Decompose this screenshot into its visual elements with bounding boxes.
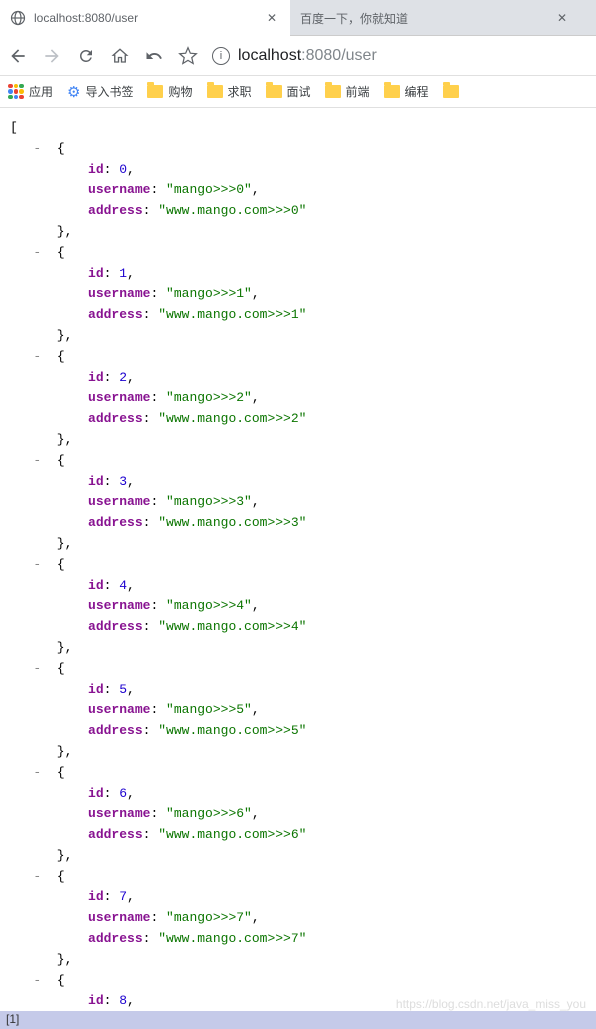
tab-strip: localhost:8080/user ✕ 百度一下，你就知道 ✕	[0, 0, 596, 36]
home-icon[interactable]	[110, 46, 130, 66]
folder-icon	[207, 85, 223, 98]
url-path: /user	[341, 47, 377, 64]
bookmark-folder[interactable]: 面试	[266, 83, 311, 100]
gear-icon: ⚙	[67, 83, 80, 101]
status-bar: [1]	[0, 1011, 596, 1029]
url-text: localhost:8080/user	[238, 47, 377, 65]
bookmark-folder-cut[interactable]	[443, 85, 459, 98]
globe-icon	[10, 10, 26, 26]
toolbar: i localhost:8080/user	[0, 36, 596, 76]
undo-icon[interactable]	[144, 46, 164, 66]
close-icon[interactable]: ✕	[264, 10, 280, 26]
tab-title: localhost:8080/user	[34, 11, 256, 25]
import-bookmarks[interactable]: ⚙ 导入书签	[67, 83, 133, 101]
tab-active[interactable]: localhost:8080/user ✕	[0, 0, 290, 36]
info-icon[interactable]: i	[212, 47, 230, 65]
bookmark-label: 购物	[168, 83, 192, 100]
tab-title: 百度一下，你就知道	[300, 10, 546, 27]
json-viewer: [ - { id: 0, username: "mango>>>0", addr…	[0, 108, 596, 1022]
bookmark-label: 编程	[405, 83, 429, 100]
folder-icon	[266, 85, 282, 98]
watermark: https://blog.csdn.net/java_miss_you	[396, 997, 586, 1011]
back-icon[interactable]	[8, 46, 28, 66]
reload-icon[interactable]	[76, 46, 96, 66]
bookmark-folder[interactable]: 购物	[147, 83, 192, 100]
url-bar[interactable]: i localhost:8080/user	[212, 42, 588, 70]
folder-icon	[325, 85, 341, 98]
bookmark-label: 前端	[346, 83, 370, 100]
url-host: localhost	[238, 47, 301, 64]
bookmark-label: 求职	[228, 83, 252, 100]
folder-icon	[147, 85, 163, 98]
bookmark-folder[interactable]: 编程	[384, 83, 429, 100]
forward-icon[interactable]	[42, 46, 62, 66]
url-port: :8080	[301, 47, 341, 64]
folder-icon	[443, 85, 459, 98]
bookmarks-bar: 应用 ⚙ 导入书签 购物 求职 面试 前端 编程	[0, 76, 596, 108]
close-icon[interactable]: ✕	[554, 10, 570, 26]
apps-icon	[8, 84, 24, 100]
folder-icon	[384, 85, 400, 98]
apps-label: 应用	[29, 83, 53, 100]
tab-inactive[interactable]: 百度一下，你就知道 ✕	[290, 0, 580, 36]
star-icon[interactable]	[178, 46, 198, 66]
bookmark-folder[interactable]: 求职	[207, 83, 252, 100]
bookmark-label: 面试	[287, 83, 311, 100]
bookmark-folder[interactable]: 前端	[325, 83, 370, 100]
apps-button[interactable]: 应用	[8, 83, 53, 100]
import-label: 导入书签	[85, 83, 133, 100]
